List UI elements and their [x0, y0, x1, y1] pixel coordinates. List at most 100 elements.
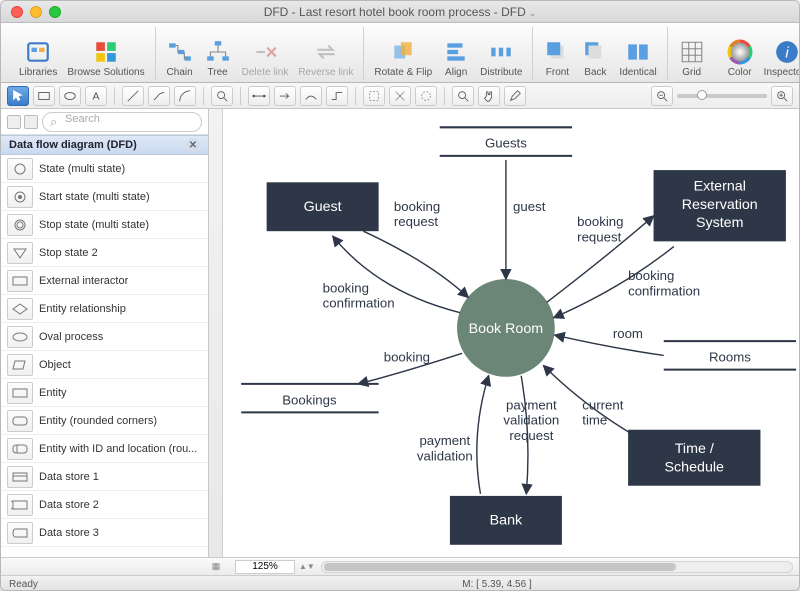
browse-solutions-icon [93, 39, 119, 65]
connector-smart[interactable] [326, 86, 348, 106]
browse-solutions-button[interactable]: Browse Solutions [63, 37, 148, 80]
line-tool[interactable] [122, 86, 144, 106]
status-bar: Ready M: [ 5.39, 4.56 ] [1, 575, 799, 591]
entity-guests: Guests [485, 136, 527, 151]
shape-item[interactable]: Entity [1, 379, 208, 407]
rotate-flip-button[interactable]: Rotate & Flip [370, 37, 436, 80]
connector-direct[interactable] [248, 86, 270, 106]
shape-item[interactable]: Oval process [1, 323, 208, 351]
library-search-input[interactable]: Search [42, 112, 202, 132]
shape-item[interactable]: Data store 3 [1, 519, 208, 547]
scroll-row: ▦ 125% ▲▼ [1, 557, 799, 575]
snap-tool-2[interactable] [389, 86, 411, 106]
sidebar-toggle-2[interactable] [24, 115, 38, 129]
status-ready: Ready [9, 579, 217, 590]
rect-tool[interactable] [33, 86, 55, 106]
shape-item[interactable]: Stop state (multi state) [1, 211, 208, 239]
color-button[interactable]: Color [722, 37, 758, 80]
shape-label: Entity (rounded corners) [39, 415, 157, 427]
chain-icon [167, 39, 193, 65]
resize-handle[interactable] [777, 577, 791, 591]
shape-item[interactable]: External interactor [1, 267, 208, 295]
snap-tool-3[interactable] [415, 86, 437, 106]
shape-icon [7, 438, 33, 460]
svg-text:request: request [394, 214, 438, 229]
libraries-button[interactable]: Libraries [15, 37, 61, 80]
svg-text:Schedule: Schedule [665, 459, 724, 475]
ruler-gutter [209, 109, 223, 557]
zoom-tool[interactable] [211, 86, 233, 106]
inspectors-button[interactable]: i Inspectors [760, 37, 800, 80]
ellipse-tool[interactable] [59, 86, 81, 106]
shape-label: Data store 3 [39, 527, 99, 539]
snap-tool-1[interactable] [363, 86, 385, 106]
shape-item[interactable]: Entity relationship [1, 295, 208, 323]
back-button[interactable]: Back [577, 37, 613, 80]
shape-label: Entity [39, 387, 67, 399]
connector-arrow[interactable] [274, 86, 296, 106]
tree-button[interactable]: Tree [200, 37, 236, 80]
svg-text:External: External [694, 178, 746, 194]
shape-icon [7, 298, 33, 320]
shape-icon [7, 186, 33, 208]
zoom-in-button[interactable] [771, 86, 793, 106]
svg-text:request: request [509, 428, 553, 443]
window-title: DFD - Last resort hotel book room proces… [1, 5, 799, 19]
shape-icon [7, 158, 33, 180]
identical-button[interactable]: Identical [615, 37, 660, 80]
svg-text:payment: payment [506, 397, 557, 412]
arc-tool[interactable] [174, 86, 196, 106]
shape-label: Oval process [39, 331, 103, 343]
shape-label: Object [39, 359, 71, 371]
page-indicator: ▦ [209, 561, 223, 572]
zoom-in-sub[interactable] [452, 86, 474, 106]
tool-subbar: A [1, 83, 799, 109]
hand-tool[interactable] [478, 86, 500, 106]
identical-icon [625, 39, 651, 65]
shape-item[interactable]: Start state (multi state) [1, 183, 208, 211]
connector-round[interactable] [300, 86, 322, 106]
chain-button[interactable]: Chain [162, 37, 198, 80]
front-icon [544, 39, 570, 65]
library-close-icon[interactable]: ✕ [186, 138, 200, 152]
library-header[interactable]: Data flow diagram (DFD) ✕ [1, 135, 208, 155]
shape-icon [7, 410, 33, 432]
zoom-out-button[interactable] [651, 86, 673, 106]
horizontal-scrollbar[interactable] [321, 561, 793, 573]
distribute-button[interactable]: Distribute [476, 37, 526, 80]
text-tool[interactable]: A [85, 86, 107, 106]
connector-tool[interactable] [148, 86, 170, 106]
grid-button[interactable]: Grid [674, 37, 710, 80]
titlebar: DFD - Last resort hotel book room proces… [1, 1, 799, 23]
reverse-link-button[interactable]: Reverse link [294, 37, 357, 80]
tree-icon [205, 39, 231, 65]
shape-item[interactable]: Data store 1 [1, 463, 208, 491]
pointer-tool[interactable] [7, 86, 29, 106]
shape-label: Entity relationship [39, 303, 126, 315]
library-sidebar: Search Data flow diagram (DFD) ✕ State (… [1, 109, 209, 557]
diagram-canvas[interactable]: Guests Guest External Reservation System… [223, 109, 799, 557]
shape-item[interactable]: Object [1, 351, 208, 379]
canvas-area: Guests Guest External Reservation System… [209, 109, 799, 557]
edit-tool[interactable] [504, 86, 526, 106]
zoom-level[interactable]: 125% [235, 560, 295, 574]
shape-item[interactable]: State (multi state) [1, 155, 208, 183]
shape-label: Entity with ID and location (rou... [39, 443, 197, 455]
shape-label: Stop state 2 [39, 247, 98, 259]
svg-text:booking: booking [394, 199, 440, 214]
shape-item[interactable]: Entity (rounded corners) [1, 407, 208, 435]
title-dropdown-icon[interactable]: ⌄ [529, 8, 537, 18]
distribute-icon [488, 39, 514, 65]
shape-item[interactable]: Stop state 2 [1, 239, 208, 267]
align-button[interactable]: Align [438, 37, 474, 80]
shape-item[interactable]: Data store 2 [1, 491, 208, 519]
shape-label: Data store 2 [39, 499, 99, 511]
delete-link-button[interactable]: Delete link [238, 37, 293, 80]
sidebar-toggle-1[interactable] [7, 115, 21, 129]
shape-item[interactable]: Entity with ID and location (rou... [1, 435, 208, 463]
zoom-slider[interactable] [677, 94, 767, 98]
svg-text:confirmation: confirmation [628, 283, 700, 298]
shape-icon [7, 382, 33, 404]
shape-icon [7, 270, 33, 292]
front-button[interactable]: Front [539, 37, 575, 80]
